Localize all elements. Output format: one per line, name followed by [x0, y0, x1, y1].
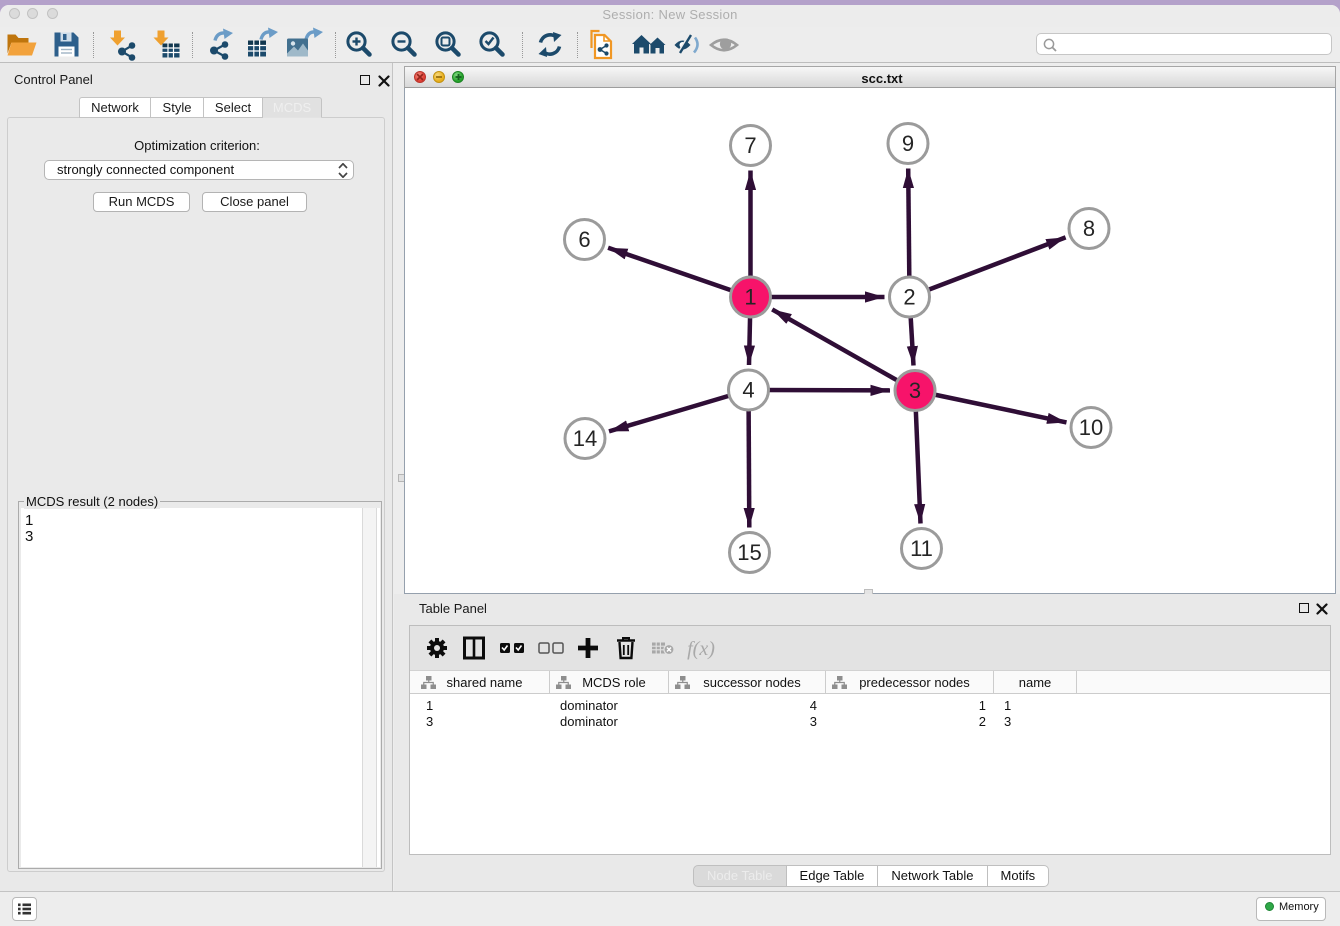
svg-text:1: 1 [744, 285, 756, 310]
svg-text:2: 2 [903, 285, 915, 310]
svg-text:11: 11 [910, 536, 933, 561]
svg-text:7: 7 [744, 133, 756, 158]
svg-text:6: 6 [578, 227, 590, 252]
svg-text:10: 10 [1079, 415, 1103, 440]
svg-text:9: 9 [902, 131, 914, 156]
svg-text:14: 14 [573, 426, 597, 451]
svg-text:8: 8 [1083, 216, 1095, 241]
svg-text:f(x): f(x) [687, 638, 715, 660]
svg-text:3: 3 [909, 378, 921, 403]
svg-text:15: 15 [737, 540, 761, 565]
svg-text:4: 4 [742, 378, 754, 403]
